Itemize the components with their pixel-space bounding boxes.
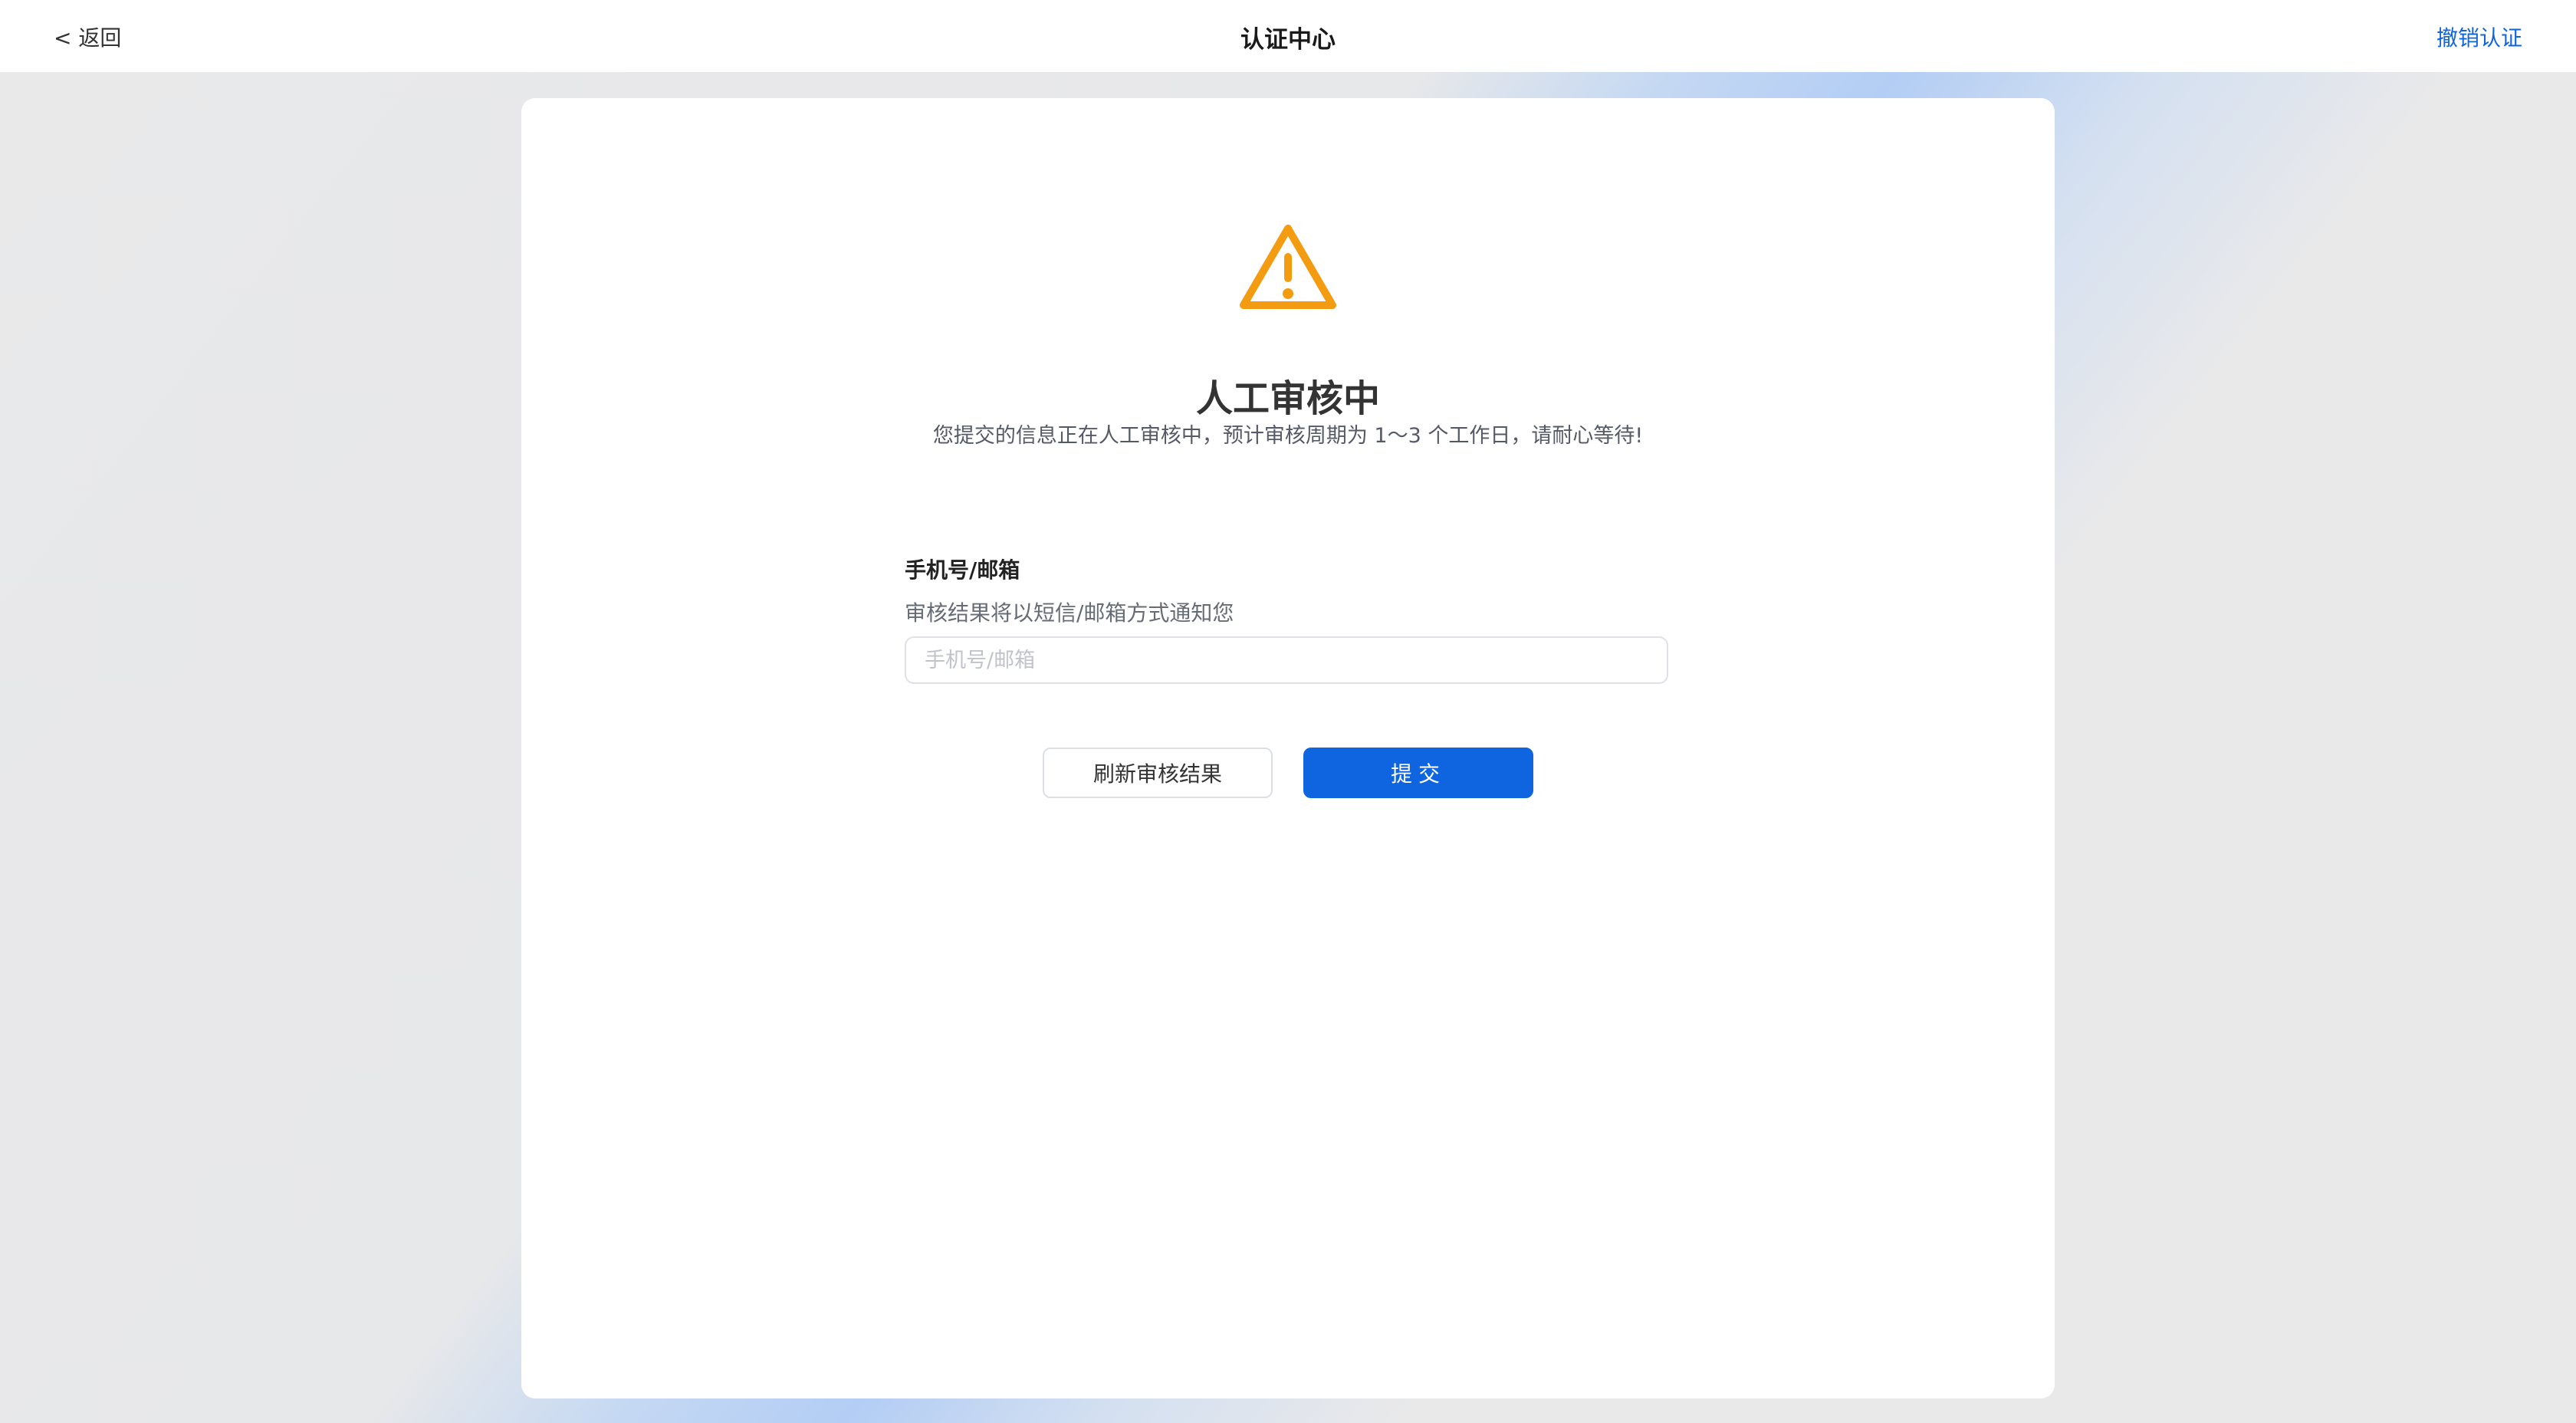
contact-input[interactable]	[905, 636, 1668, 684]
submit-button[interactable]: 提交	[1303, 748, 1533, 798]
back-label: < 返回	[54, 25, 122, 51]
cancel-verification-link[interactable]: 撤销认证	[2436, 21, 2522, 52]
contact-field-label: 手机号/邮箱	[905, 557, 1020, 583]
contact-field-hint: 审核结果将以短信/邮箱方式通知您	[905, 600, 1234, 626]
status-description: 您提交的信息正在人工审核中，预计审核周期为 1～3 个工作日，请耐心等待!	[932, 424, 1644, 448]
refresh-result-button[interactable]: 刷新审核结果	[1043, 748, 1273, 798]
warning-triangle-icon	[1240, 225, 1336, 309]
status-card: 人工审核中 您提交的信息正在人工审核中，预计审核周期为 1～3 个工作日，请耐心…	[521, 98, 2055, 1398]
page-title: 认证中心	[1240, 26, 1336, 54]
status-title: 人工审核中	[1195, 377, 1380, 420]
top-bar: < 返回 认证中心 撤销认证	[0, 0, 2576, 72]
back-button[interactable]: < 返回	[54, 21, 121, 52]
